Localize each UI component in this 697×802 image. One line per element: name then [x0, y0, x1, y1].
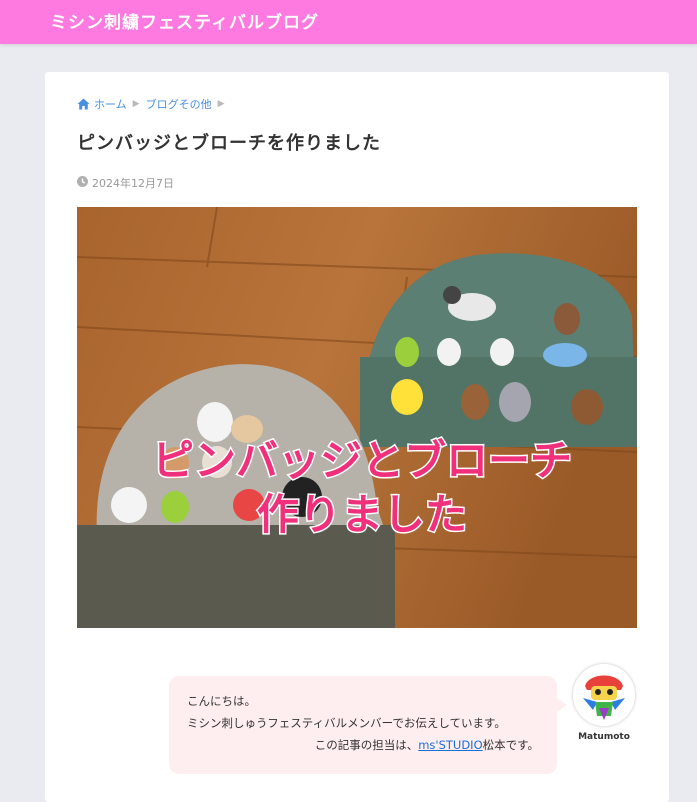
post-date-text: 2024年12月7日: [92, 177, 174, 190]
author-speech-balloon: こんにちは。 ミシン刺しゅうフェスティバルメンバーでお伝えしています。 この記事…: [169, 676, 567, 774]
author-name: Matumoto: [578, 732, 630, 742]
hero-caption-line2: 作りました: [257, 490, 467, 539]
chevron-right-icon: ▶: [217, 99, 225, 109]
post-title: ピンバッジとブローチを作りました: [77, 133, 381, 154]
author-line-suffix: 松本です。: [482, 738, 539, 752]
post-date: 2024年12月7日: [77, 175, 174, 191]
home-icon[interactable]: [77, 98, 90, 110]
site-title-link[interactable]: ミシン刺繍フェスティバルブログ: [50, 8, 319, 33]
balloon-greeting: こんにちは。: [187, 694, 256, 708]
balloon-author-line: この記事の担当は、ms'STUDIO松本です。: [187, 734, 539, 756]
site-header: ミシン刺繍フェスティバルブログ: [0, 0, 697, 44]
clock-icon: [77, 176, 88, 190]
avatar: [573, 664, 635, 726]
hero-caption-line1: ピンバッジとブローチ: [152, 436, 572, 485]
article-card: ホーム ▶ ブログその他 ▶ ピンバッジとブローチを作りました 2024年12月…: [45, 72, 669, 802]
balloon-body: こんにちは。 ミシン刺しゅうフェスティバルメンバーでお伝えしています。 この記事…: [169, 676, 567, 774]
hero-image: ピンバッジとブローチ 作りました: [77, 207, 637, 628]
breadcrumb: ホーム ▶ ブログその他 ▶: [77, 96, 227, 112]
breadcrumb-category-link[interactable]: ブログその他: [146, 96, 212, 112]
balloon-intro: ミシン刺しゅうフェスティバルメンバーでお伝えしています。: [187, 716, 506, 730]
chevron-right-icon: ▶: [132, 99, 140, 109]
author-line-prefix: この記事の担当は、: [314, 738, 419, 752]
studio-link[interactable]: ms'STUDIO: [418, 738, 482, 752]
breadcrumb-home-link[interactable]: ホーム: [94, 96, 127, 112]
